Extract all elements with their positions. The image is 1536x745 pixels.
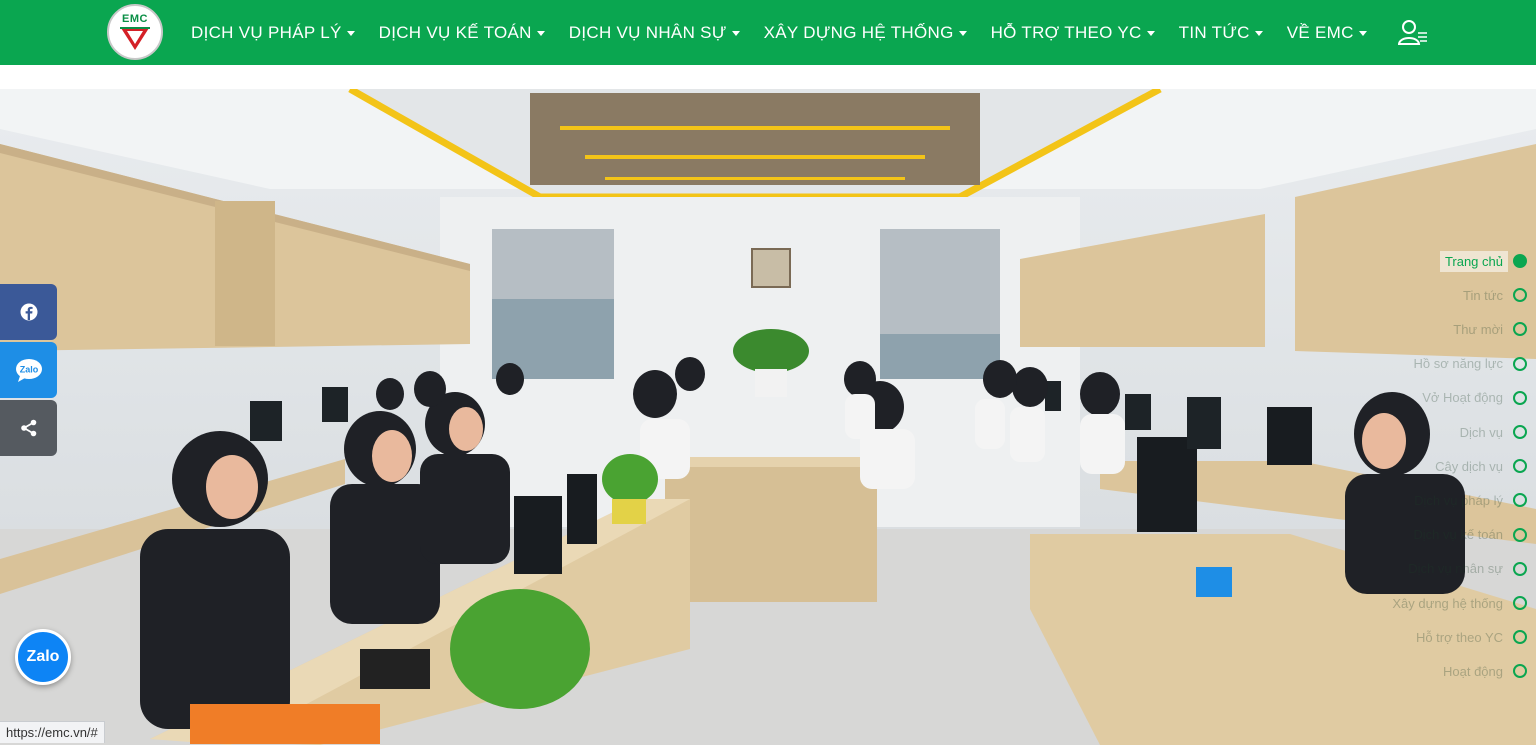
dotnav-item[interactable]: Trang chủ	[1439, 249, 1527, 273]
dotnav-item[interactable]: Hỗ trợ theo YC	[1411, 625, 1527, 649]
facebook-share-button[interactable]	[0, 284, 57, 340]
nav-label: DỊCH VỤ KẾ TOÁN	[378, 22, 532, 42]
dotnav-item[interactable]: Dịch vụ kế toán	[1408, 523, 1527, 547]
emc-logo[interactable]: EMC	[107, 4, 163, 60]
nav-item-dich-vu-ke-toan[interactable]: DỊCH VỤ KẾ TOÁN	[379, 23, 545, 43]
dotnav-item[interactable]: Tin tức	[1458, 283, 1527, 307]
zalo-icon-text: Zalo	[19, 365, 38, 375]
nav-item-dich-vu-nhan-su[interactable]: DỊCH VỤ NHÂN SỰ	[569, 23, 740, 43]
nav-item-xay-dung-he-thong[interactable]: XÂY DỰNG HỆ THỐNG	[764, 23, 967, 43]
dotnav-label: Dịch vụ pháp lý	[1414, 492, 1503, 508]
dotnav-label: Hồ sơ năng lực	[1413, 356, 1504, 372]
caret-down-icon	[1254, 31, 1263, 36]
nav-item-ho-tro-theo-yc[interactable]: HỖ TRỢ THEO YC	[991, 23, 1155, 43]
nav-label: HỖ TRỢ THEO YC	[990, 22, 1142, 42]
dotnav-item[interactable]: Dịch vụ pháp lý	[1409, 488, 1527, 512]
dotnav-dot-icon	[1513, 288, 1527, 303]
status-bar-url: https://emc.vn/#	[0, 721, 105, 743]
dotnav-label: Dịch vụ	[1459, 424, 1503, 440]
header-spacer	[0, 65, 1536, 89]
caret-down-icon	[1358, 31, 1367, 36]
dotnav-label: Vở Hoạt động	[1422, 390, 1503, 406]
dotnav-item[interactable]: Hoạt động	[1438, 659, 1527, 683]
dotnav-dot-icon	[1513, 322, 1527, 337]
share-button[interactable]	[0, 400, 57, 456]
dotnav-dot-icon	[1513, 390, 1527, 405]
nav-label: DỊCH VỤ PHÁP LÝ	[191, 22, 342, 42]
dotnav-label: Thư mời	[1453, 321, 1503, 337]
dotnav-dot-icon	[1513, 630, 1527, 645]
zalo-share-button[interactable]: Zalo	[0, 342, 57, 398]
main-nav: DỊCH VỤ PHÁP LÝ DỊCH VỤ KẾ TOÁN DỊCH VỤ …	[191, 0, 1391, 65]
dotnav-dot-icon	[1513, 596, 1527, 610]
dotnav-item[interactable]: Xây dựng hệ thống	[1387, 591, 1527, 615]
dotnav-dot-icon	[1513, 664, 1527, 679]
nav-label: XÂY DỰNG HỆ THỐNG	[763, 22, 954, 42]
zalo-icon: Zalo	[15, 359, 42, 382]
dotnav-label: Hỗ trợ theo YC	[1415, 629, 1503, 645]
dotnav-item[interactable]: Dịch vụ	[1455, 420, 1527, 444]
logo-text: EMC	[122, 13, 148, 25]
dotnav-label: Dịch vụ nhân sự	[1408, 561, 1503, 577]
dotnav-label: Hoạt động	[1443, 663, 1503, 679]
nav-item-ve-emc[interactable]: VỀ EMC	[1287, 23, 1367, 43]
nav-item-dich-vu-phap-ly[interactable]: DỊCH VỤ PHÁP LÝ	[191, 23, 355, 43]
dotnav-item[interactable]: Dịch vụ nhân sự	[1403, 557, 1527, 581]
share-icon	[20, 419, 36, 437]
dotnav-dot-icon	[1513, 356, 1527, 371]
zalo-chat-button[interactable]: Zalo	[15, 629, 71, 685]
dotnav-dot-icon	[1513, 459, 1527, 474]
nav-label: DỊCH VỤ NHÂN SỰ	[568, 22, 727, 42]
dotnav-item[interactable]: Cây dịch vụ	[1430, 454, 1527, 478]
dotnav-dot-icon	[1513, 561, 1527, 576]
nav-label: TIN TỨC	[1178, 22, 1250, 42]
dotnav-label: Trang chủ	[1439, 250, 1508, 272]
dotnav-dot-icon	[1513, 425, 1527, 439]
dotnav-item[interactable]: Vở Hoạt động	[1417, 386, 1527, 410]
caret-down-icon	[958, 31, 967, 36]
dotnav-label: Tin tức	[1462, 287, 1503, 303]
dotnav-item[interactable]: Thư mời	[1448, 317, 1527, 341]
dotnav-label: Dịch vụ kế toán	[1413, 527, 1503, 543]
dotnav-dot-icon	[1513, 493, 1527, 508]
caret-down-icon	[536, 31, 545, 36]
logo-v-mark-icon	[120, 27, 150, 50]
dotnav-label: Xây dựng hệ thống	[1392, 595, 1503, 611]
zalo-chat-label: Zalo	[26, 648, 60, 665]
dotnav-item[interactable]: Hồ sơ năng lực	[1409, 352, 1527, 376]
caret-down-icon	[346, 31, 355, 36]
dotnav-label: Cây dịch vụ	[1435, 458, 1503, 474]
hero-office-photo: Trang chủ Tin tức Thư mời Hồ sơ năng lực Vở …	[0, 89, 1536, 745]
nav-label: VỀ EMC	[1286, 22, 1354, 42]
facebook-icon	[20, 303, 37, 321]
dotnav-dot-icon	[1513, 527, 1527, 542]
caret-down-icon	[1146, 31, 1155, 36]
top-navigation-bar: EMC DỊCH VỤ PHÁP LÝ DỊCH VỤ KẾ TOÁN DỊCH…	[0, 0, 1536, 65]
dotnav-dot-icon	[1513, 254, 1527, 268]
nav-item-tin-tuc[interactable]: TIN TỨC	[1179, 23, 1263, 43]
office-illustration	[0, 89, 1536, 745]
user-menu-icon[interactable]	[1398, 18, 1428, 46]
caret-down-icon	[731, 31, 740, 36]
